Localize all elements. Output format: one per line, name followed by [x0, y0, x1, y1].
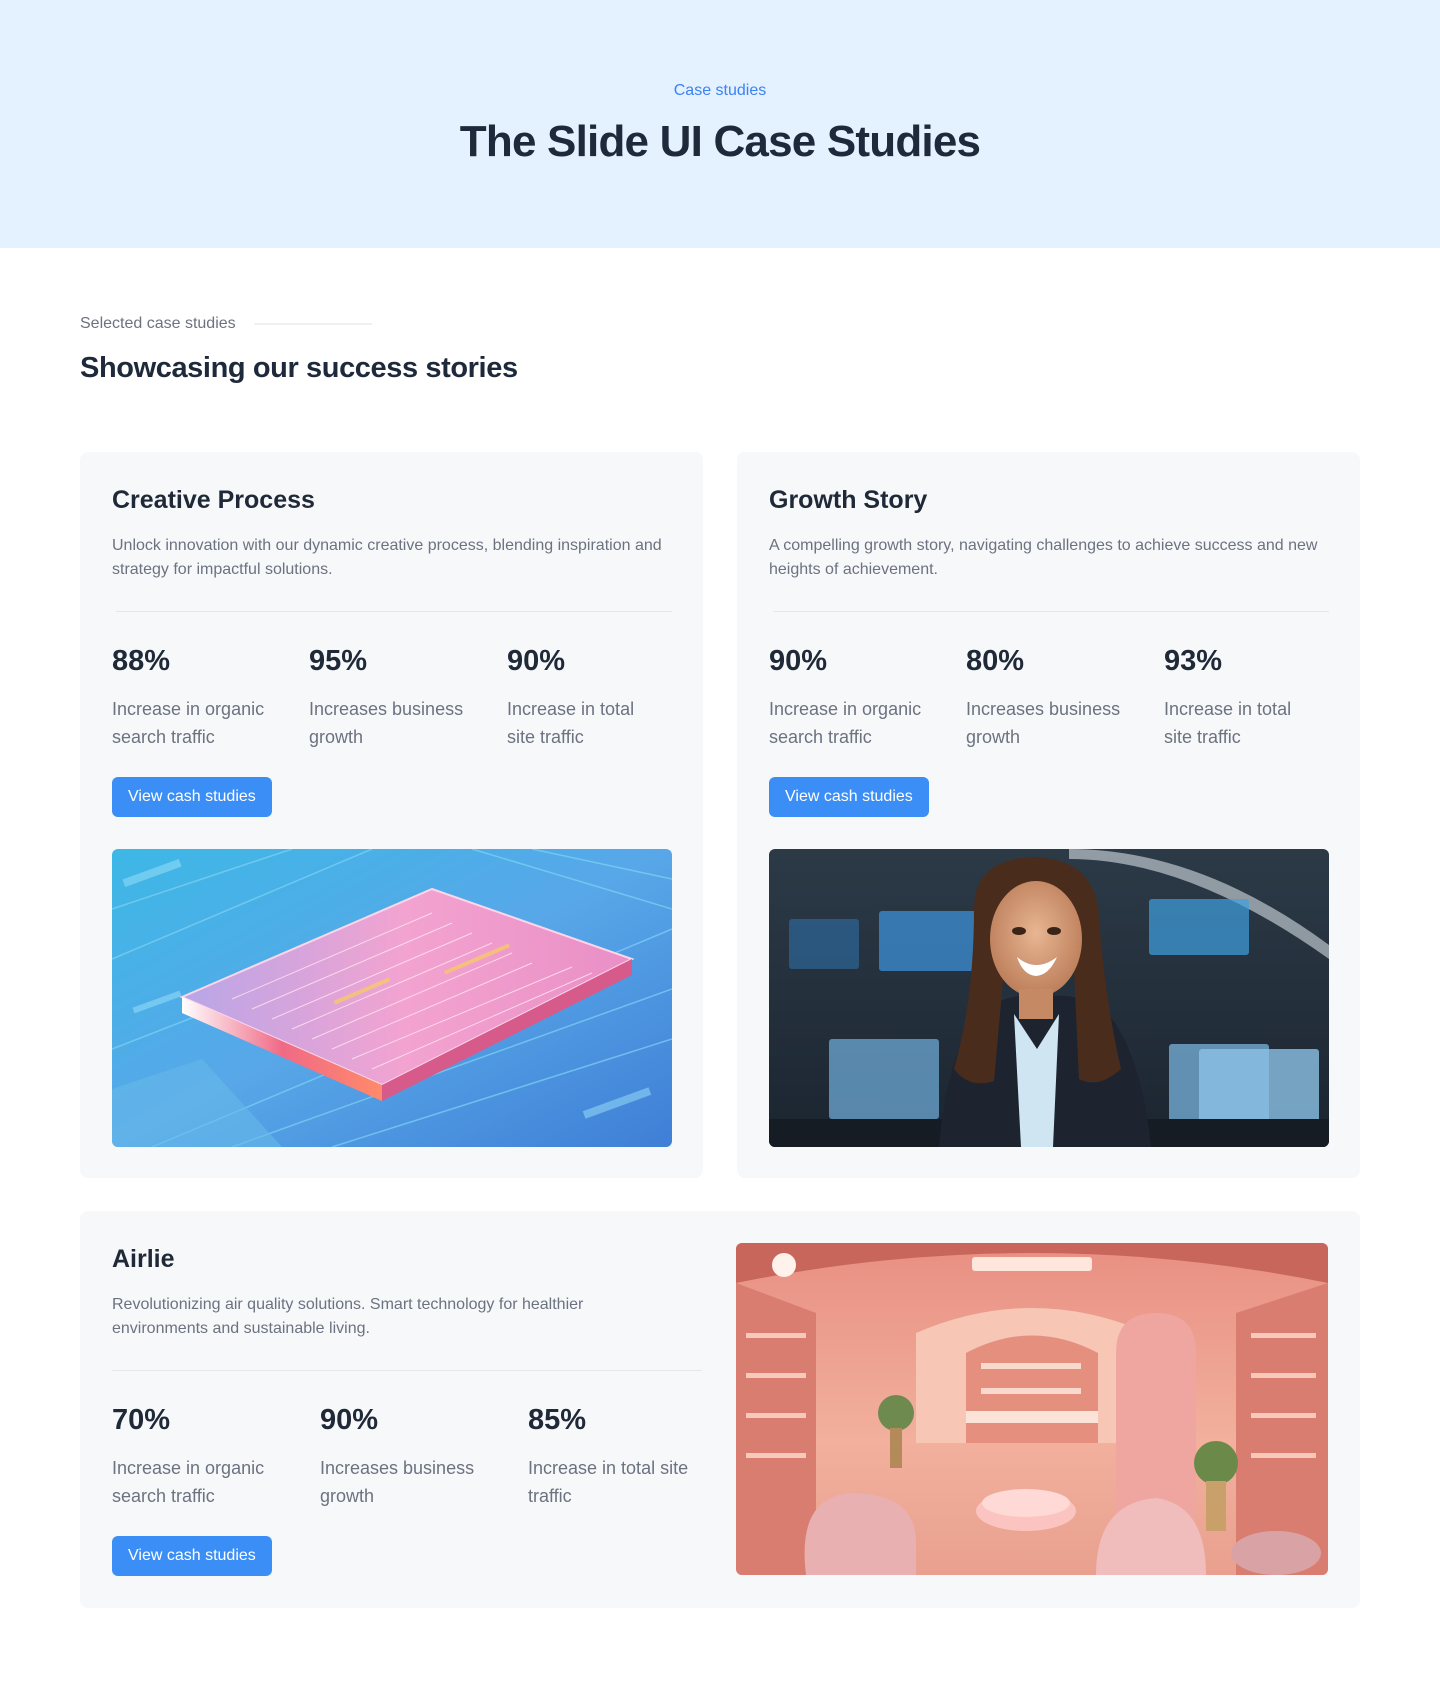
- stat-value: 95%: [309, 645, 368, 677]
- case-study-card-airlie: Airlie Revolutionizing air quality solut…: [80, 1211, 1360, 1608]
- case-study-card-creative-process: Creative Process Unlock innovation with …: [80, 452, 703, 1178]
- stat-value: 90%: [320, 1404, 379, 1436]
- card-divider: [116, 611, 672, 612]
- section-title: Showcasing our success stories: [80, 352, 518, 384]
- card-divider: [773, 611, 1329, 612]
- businesswoman-image: [769, 849, 1329, 1147]
- hero-eyebrow: Case studies: [673, 82, 767, 99]
- stat-value: 80%: [966, 645, 1025, 677]
- stat-business-growth: 95% Increases business growth: [309, 645, 494, 751]
- stat-label: Increases business growth: [966, 699, 1121, 747]
- stat-site-traffic: 85% Increase in total site traffic: [528, 1404, 713, 1510]
- stat-label: Increase in organic search traffic: [112, 699, 265, 747]
- microchip-image: [112, 849, 672, 1147]
- stat-value: 93%: [1164, 645, 1223, 677]
- stat-label: Increases business growth: [320, 1458, 475, 1506]
- section-eyebrow-label: Selected case studies: [80, 315, 236, 332]
- card-divider: [112, 1370, 702, 1371]
- stat-label: Increase in total site traffic: [528, 1458, 689, 1506]
- stat-label: Increase in total site traffic: [1164, 699, 1292, 747]
- card-title: Growth Story: [769, 486, 928, 514]
- stat-value: 90%: [507, 645, 566, 677]
- eyebrow-divider: [253, 323, 372, 325]
- stat-label: Increase in total site traffic: [507, 699, 635, 747]
- stat-organic-traffic: 88% Increase in organic search traffic: [112, 645, 297, 751]
- stat-label: Increases business growth: [309, 699, 464, 747]
- stat-business-growth: 90% Increases business growth: [320, 1404, 505, 1510]
- stat-value: 70%: [112, 1404, 171, 1436]
- stat-value: 85%: [528, 1404, 587, 1436]
- stat-organic-traffic: 70% Increase in organic search traffic: [112, 1404, 297, 1510]
- card-title: Airlie: [112, 1245, 175, 1273]
- stat-value: 90%: [769, 645, 828, 677]
- view-case-studies-button[interactable]: View cash studies: [769, 777, 929, 817]
- card-title: Creative Process: [112, 486, 315, 514]
- stat-business-growth: 80% Increases business growth: [966, 645, 1151, 751]
- stat-organic-traffic: 90% Increase in organic search traffic: [769, 645, 954, 751]
- stat-site-traffic: 90% Increase in total site traffic: [507, 645, 667, 751]
- hero-banner: Case studies The Slide UI Case Studies: [0, 0, 1440, 248]
- case-study-card-growth-story: Growth Story A compelling growth story, …: [737, 452, 1360, 1178]
- stat-value: 88%: [112, 645, 171, 677]
- card-description: Revolutionizing air quality solutions. S…: [112, 1296, 584, 1337]
- stat-label: Increase in organic search traffic: [112, 1458, 265, 1506]
- page-title: The Slide UI Case Studies: [459, 117, 981, 166]
- stat-site-traffic: 93% Increase in total site traffic: [1164, 645, 1324, 751]
- stat-label: Increase in organic search traffic: [769, 699, 922, 747]
- view-case-studies-button[interactable]: View cash studies: [112, 1536, 272, 1576]
- section-eyebrow: Selected case studies: [80, 315, 372, 333]
- view-case-studies-button[interactable]: View cash studies: [112, 777, 272, 817]
- card-description: Unlock innovation with our dynamic creat…: [112, 537, 662, 578]
- boutique-interior-image: [736, 1243, 1328, 1575]
- card-description: A compelling growth story, navigating ch…: [769, 537, 1318, 578]
